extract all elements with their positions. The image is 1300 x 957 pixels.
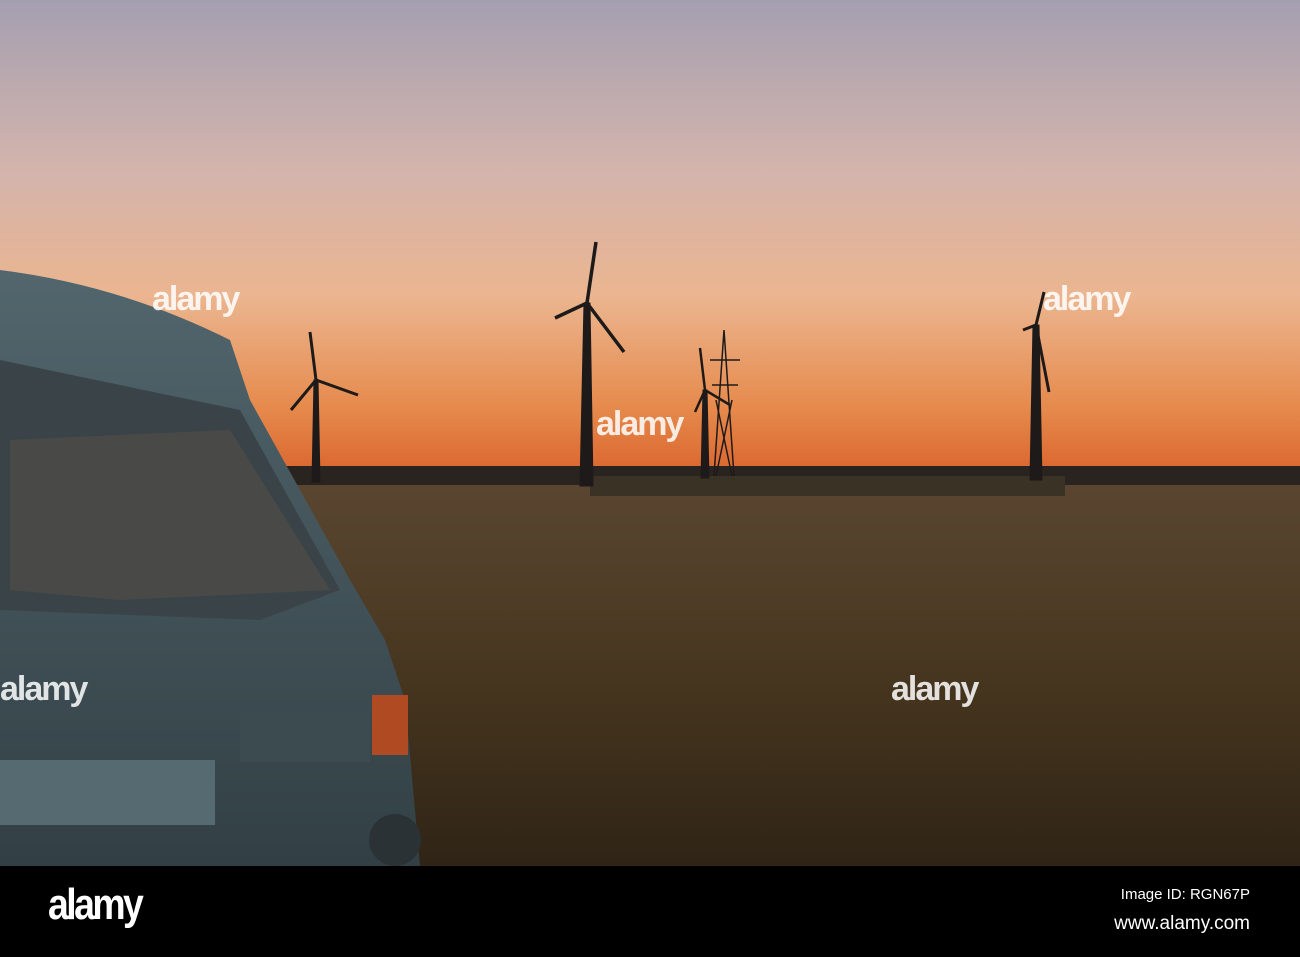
watermark: alamy bbox=[0, 670, 88, 708]
watermark: alamy bbox=[152, 280, 240, 318]
footer-bar: alamy Image ID: RGN67P www.alamy.com bbox=[0, 866, 1300, 957]
watermark: alamy bbox=[891, 670, 979, 708]
stock-photo: alamy alamy alamy alamy alamy alamy Imag… bbox=[0, 0, 1300, 957]
watermark: alamy bbox=[1043, 280, 1131, 318]
cornfield bbox=[590, 476, 1065, 496]
website-link[interactable]: www.alamy.com bbox=[1114, 913, 1250, 935]
watermark: alamy bbox=[596, 405, 684, 443]
image-id: Image ID: RGN67P bbox=[1120, 886, 1250, 903]
alamy-logo: alamy bbox=[48, 880, 144, 929]
